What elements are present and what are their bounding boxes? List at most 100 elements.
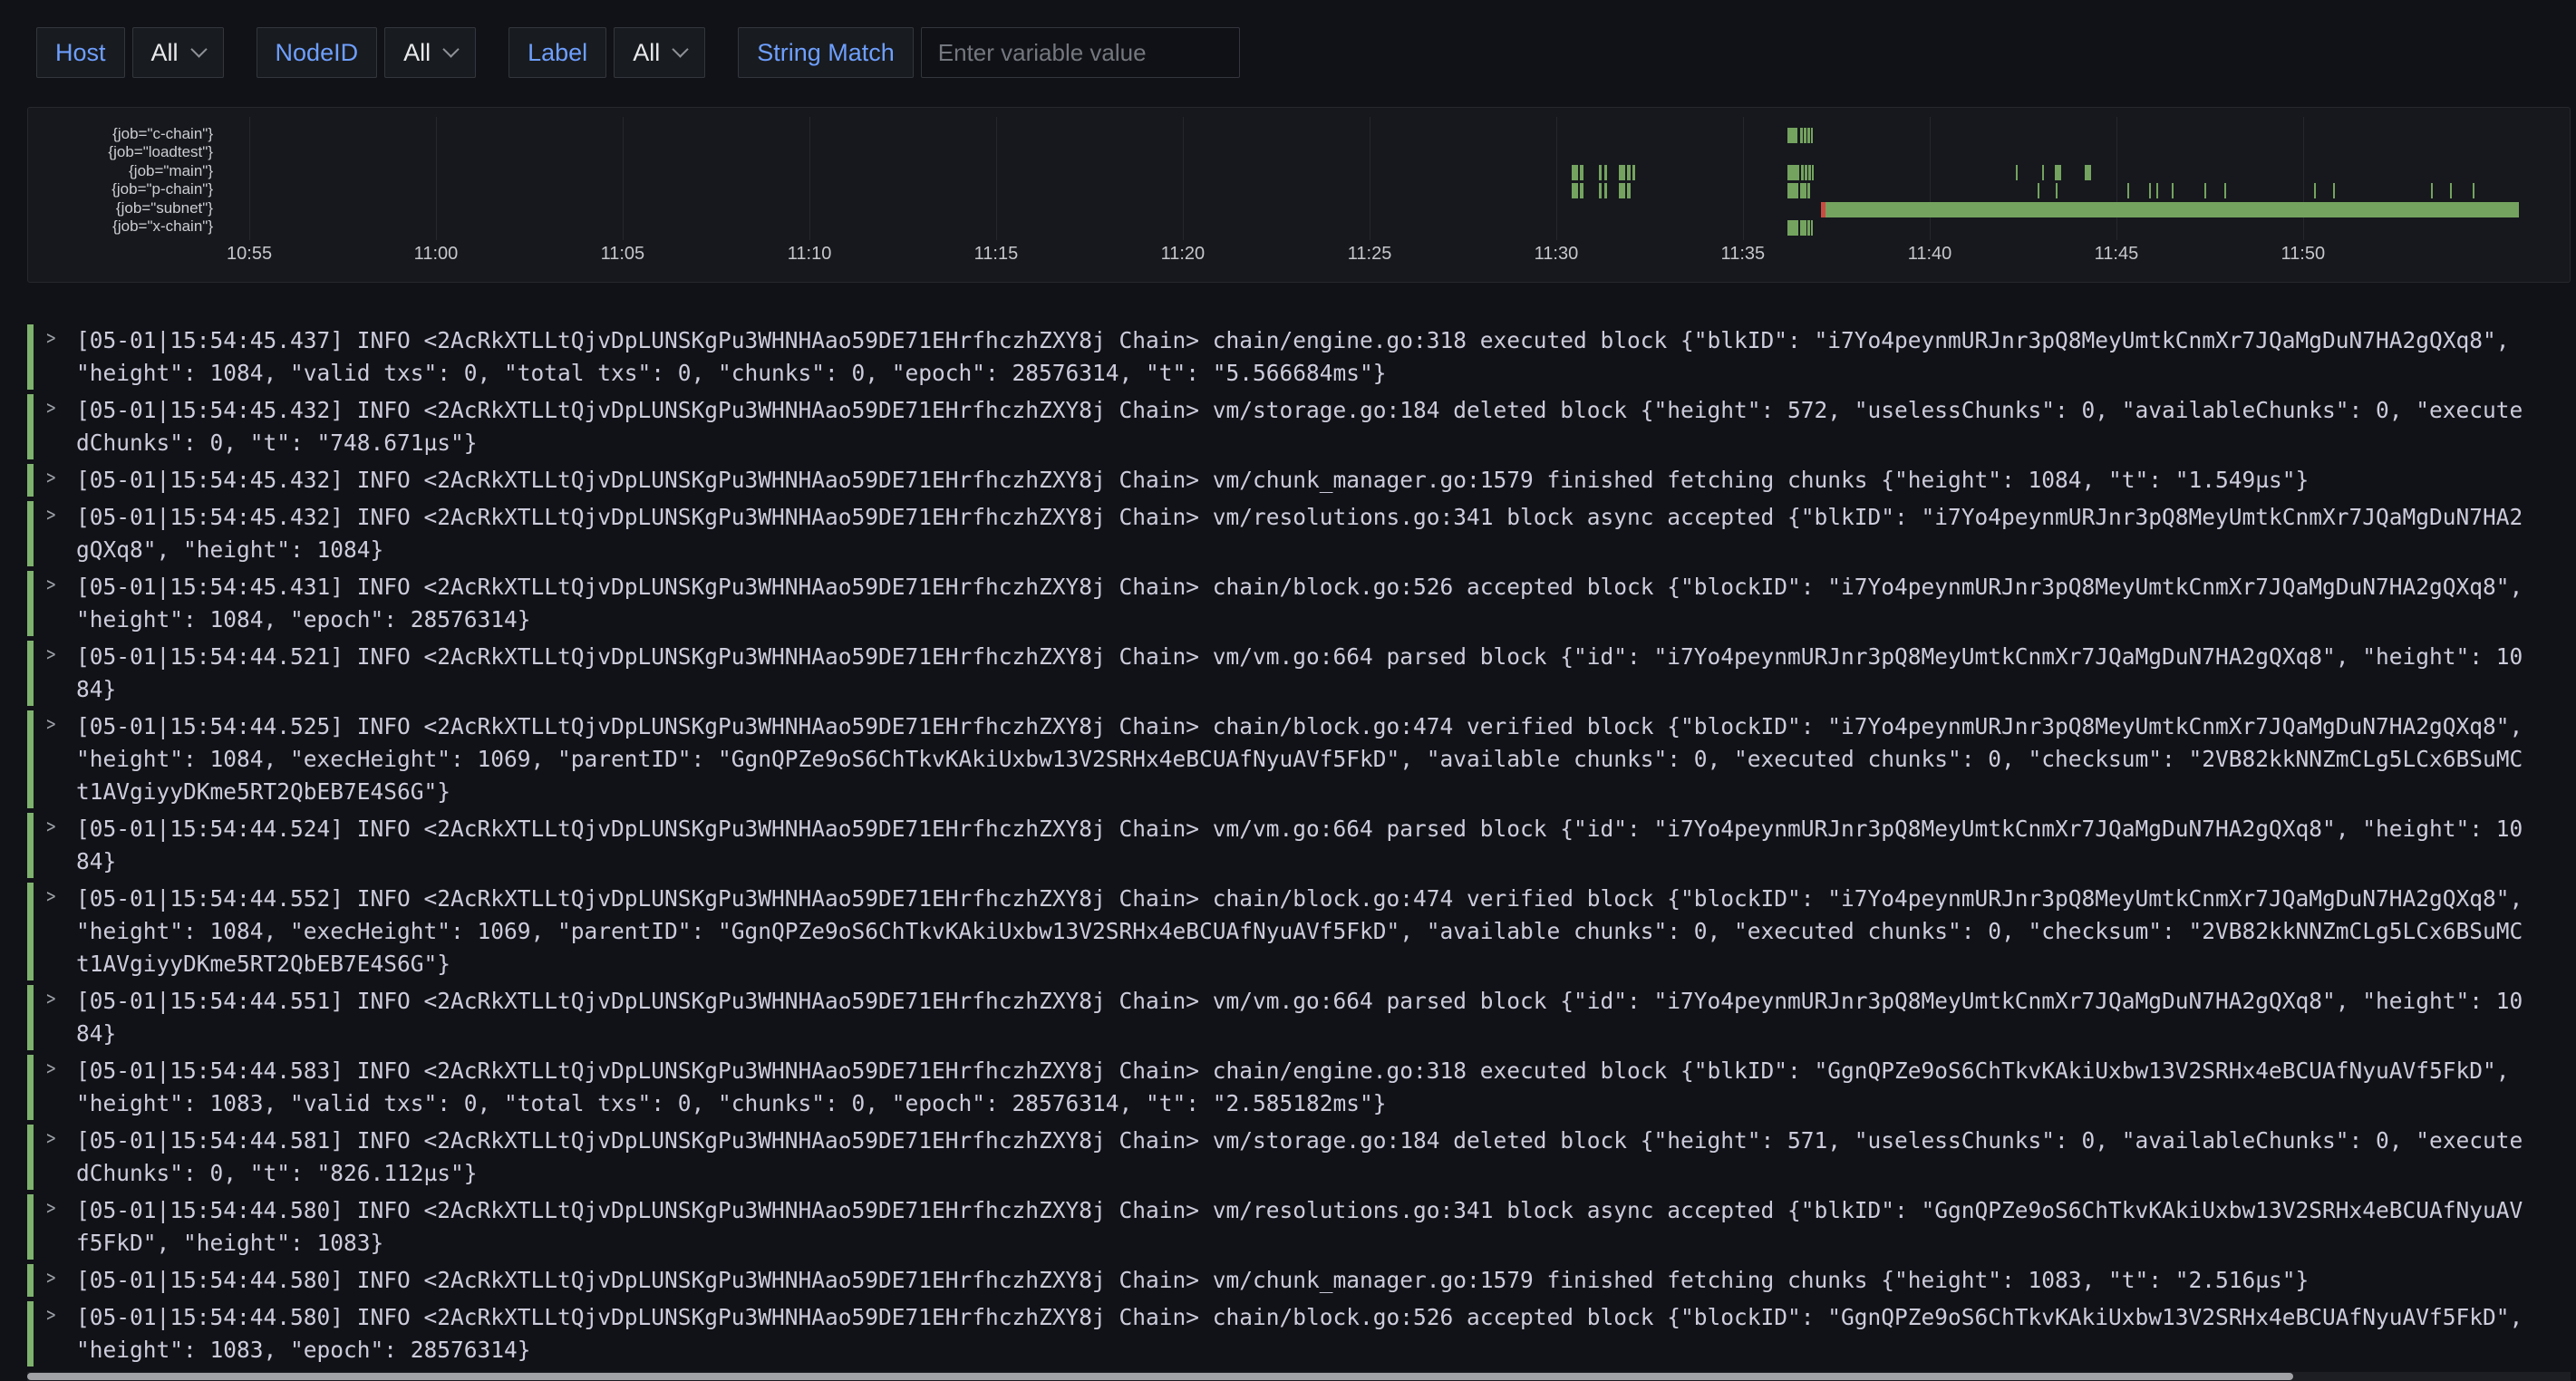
log-row[interactable]: >[05-01|15:54:45.432] INFO <2AcRkXTLLtQj… xyxy=(27,464,2565,497)
x-gridline xyxy=(996,117,997,240)
chart-bar-segment xyxy=(2042,165,2044,180)
expand-chevron-icon[interactable]: > xyxy=(46,327,55,349)
log-row[interactable]: > [05-01|15:54:44.521] INFO <2AcRkXTLLtQj… xyxy=(27,641,2565,706)
variable-value-label: All xyxy=(633,39,660,67)
x-axis-tick-label: 11:45 xyxy=(2095,244,2139,265)
chart-bar-segment xyxy=(1807,220,1810,236)
chart-bar-segment xyxy=(1604,165,1607,180)
chart-bar-segment xyxy=(1811,128,1813,143)
chart-bar-segment xyxy=(1811,220,1813,236)
log-row[interactable]: >[05-01|15:54:44.551] INFO <2AcRkXTLLtQj… xyxy=(27,985,2565,1050)
log-line-text: [05-01|15:54:44.552] INFO <2AcRkXTLLtQjv… xyxy=(76,883,2523,980)
chart-bar-segment xyxy=(2038,183,2039,198)
x-gridline xyxy=(1930,117,1931,240)
log-row[interactable]: > [05-01|15:54:45.431] INFO <2AcRkXTLLtQj… xyxy=(27,571,2565,636)
chart-bar-segment xyxy=(1804,128,1806,143)
chart-bar-segment xyxy=(2055,165,2060,180)
chart-bar-segment xyxy=(2016,165,2018,180)
chart-bar-segment xyxy=(1627,165,1630,180)
expand-chevron-icon[interactable]: > xyxy=(46,1057,55,1079)
log-row[interactable]: >[05-01|15:54:44.525] INFO <2AcRkXTLLtQj… xyxy=(27,710,2565,808)
variable-label-label: Label xyxy=(508,27,606,78)
expand-chevron-icon[interactable]: > xyxy=(46,467,55,488)
log-row[interactable]: > [05-01|15:54:45.437] INFO <2AcRkXTLLtQj… xyxy=(27,324,2565,390)
expand-chevron-icon[interactable]: > xyxy=(46,1267,55,1289)
log-row[interactable]: > [05-01|15:54:44.580] INFO <2AcRkXTLLtQj… xyxy=(27,1301,2565,1367)
variable-label-nodeid: NodeID xyxy=(257,27,378,78)
chart-bar-segment xyxy=(1808,165,1811,180)
string-match-input[interactable] xyxy=(921,27,1240,78)
chart-bar-segment xyxy=(1807,183,1810,198)
log-line-text: [05-01|15:54:44.521] INFO <2AcRkXTLLtQjv… xyxy=(76,641,2523,706)
log-row[interactable]: > [05-01|15:54:44.552] INFO <2AcRkXTLLtQj… xyxy=(27,883,2565,980)
expand-chevron-icon[interactable]: > xyxy=(46,1127,55,1149)
chart-bar-segment xyxy=(2333,183,2335,198)
x-axis-tick-label: 10:55 xyxy=(227,244,272,265)
chart-bar-segment xyxy=(1599,165,1602,180)
legend-item[interactable]: {job="subnet"} xyxy=(35,199,213,217)
log-line-text: [05-01|15:54:44.580] INFO <2AcRkXTLLtQjv… xyxy=(76,1194,2523,1260)
log-line-text: [05-01|15:54:45.432] INFO <2AcRkXTLLtQjv… xyxy=(76,394,2523,459)
log-row[interactable]: > [05-01|15:54:45.432] INFO <2AcRkXTLLtQj… xyxy=(27,501,2565,566)
chart-bar-segment xyxy=(2204,183,2206,198)
expand-chevron-icon[interactable]: > xyxy=(46,816,55,837)
chart-bar-segment xyxy=(1804,183,1806,198)
log-row[interactable]: > [05-01|15:54:44.524] INFO <2AcRkXTLLtQj… xyxy=(27,813,2565,878)
expand-chevron-icon[interactable]: > xyxy=(46,713,55,735)
log-line-text: [05-01|15:54:45.431] INFO <2AcRkXTLLtQjv… xyxy=(76,571,2523,636)
log-line-text: [05-01|15:54:45.432] INFO <2AcRkXTLLtQjv… xyxy=(76,501,2523,566)
legend-item[interactable]: {job="p-chain"} xyxy=(35,180,213,198)
x-axis-tick-label: 11:50 xyxy=(2281,244,2326,265)
horizontal-scrollbar xyxy=(27,1372,2571,1381)
chart-bar-segment xyxy=(1787,128,1797,143)
chart-bar-segment xyxy=(1812,165,1814,180)
log-rows-list: > [05-01|15:54:45.437] INFO <2AcRkXTLLtQj… xyxy=(27,324,2565,1371)
x-gridline xyxy=(809,117,810,240)
chart-bar-segment xyxy=(1580,165,1583,180)
chart-bar-segment xyxy=(2431,183,2433,198)
legend-item[interactable]: {job="main"} xyxy=(35,162,213,180)
chart-bar-segment xyxy=(1804,220,1806,236)
variable-picker-label[interactable]: All xyxy=(614,27,705,78)
x-gridline xyxy=(436,117,437,240)
chart-bar-segment xyxy=(2085,165,2092,180)
variable-picker-host[interactable]: All xyxy=(132,27,224,78)
chart-bar-segment xyxy=(1805,165,1807,180)
expand-chevron-icon[interactable]: > xyxy=(46,1197,55,1219)
log-line-text: [05-01|15:54:45.437] INFO <2AcRkXTLLtQjv… xyxy=(76,324,2523,390)
legend-item[interactable]: {job="x-chain"} xyxy=(35,217,213,236)
log-line-text: [05-01|15:54:44.580] INFO <2AcRkXTLLtQjv… xyxy=(76,1301,2523,1367)
x-gridline xyxy=(1556,117,1557,240)
expand-chevron-icon[interactable]: > xyxy=(46,504,55,526)
horizontal-scrollbar-thumb[interactable] xyxy=(27,1373,2293,1380)
log-line-text: [05-01|15:54:44.524] INFO <2AcRkXTLLtQjv… xyxy=(76,813,2523,878)
chart-plot[interactable]: 10:5511:0011:0511:1011:1511:2011:2511:30… xyxy=(37,108,2566,282)
log-row[interactable]: >[05-01|15:54:44.580] INFO <2AcRkXTLLtQj… xyxy=(27,1264,2565,1297)
chart-bar-segment xyxy=(1572,165,1578,180)
chart-bar-segment xyxy=(1825,202,2520,217)
log-row[interactable]: >[05-01|15:54:44.583] INFO <2AcRkXTLLtQj… xyxy=(27,1055,2565,1120)
chart-bar-segment xyxy=(2056,183,2058,198)
log-row[interactable]: > [05-01|15:54:44.580] INFO <2AcRkXTLLtQj… xyxy=(27,1194,2565,1260)
legend-item[interactable]: {job="loadtest"} xyxy=(35,143,213,161)
legend-item[interactable]: {job="c-chain"} xyxy=(35,125,213,143)
chart-bar-segment xyxy=(1580,183,1583,198)
variable-value-host: All xyxy=(151,39,179,67)
expand-chevron-icon[interactable]: > xyxy=(46,397,55,419)
variable-value-nodeid: All xyxy=(403,39,431,67)
expand-chevron-icon[interactable]: > xyxy=(46,643,55,665)
expand-chevron-icon[interactable]: > xyxy=(46,1304,55,1326)
chevron-down-icon xyxy=(442,41,459,57)
expand-chevron-icon[interactable]: > xyxy=(46,574,55,595)
chart-legend: {job="c-chain"}{job="loadtest"}{job="mai… xyxy=(35,125,213,236)
variable-picker-nodeid[interactable]: All xyxy=(384,27,476,78)
string-match-label: String Match xyxy=(738,27,914,78)
x-axis-tick-label: 11:35 xyxy=(1721,244,1766,265)
chart-bar-segment xyxy=(1787,165,1799,180)
log-row[interactable]: > [05-01|15:54:45.432] INFO <2AcRkXTLLtQj… xyxy=(27,394,2565,459)
expand-chevron-icon[interactable]: > xyxy=(46,885,55,907)
log-line-text: [05-01|15:54:44.581] INFO <2AcRkXTLLtQjv… xyxy=(76,1125,2523,1190)
chart-bar-segment xyxy=(1599,183,1602,198)
expand-chevron-icon[interactable]: > xyxy=(46,988,55,1009)
log-row[interactable]: > [05-01|15:54:44.581] INFO <2AcRkXTLLtQj… xyxy=(27,1125,2565,1190)
